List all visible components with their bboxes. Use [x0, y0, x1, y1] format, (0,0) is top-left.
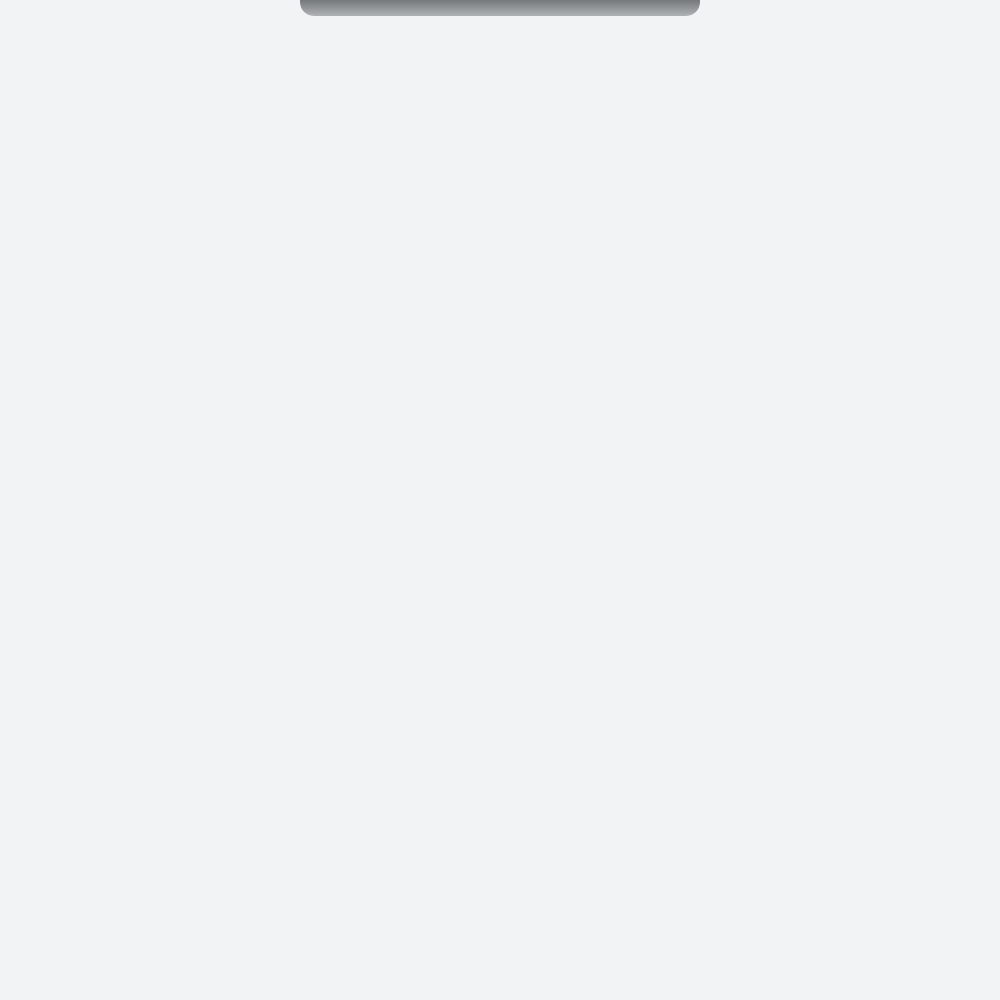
laptop-screenshot: WaveLab Cast - [MyPodcast.mon * (C:\User… — [0, 0, 1000, 1000]
laptop-hinge — [300, 0, 700, 16]
